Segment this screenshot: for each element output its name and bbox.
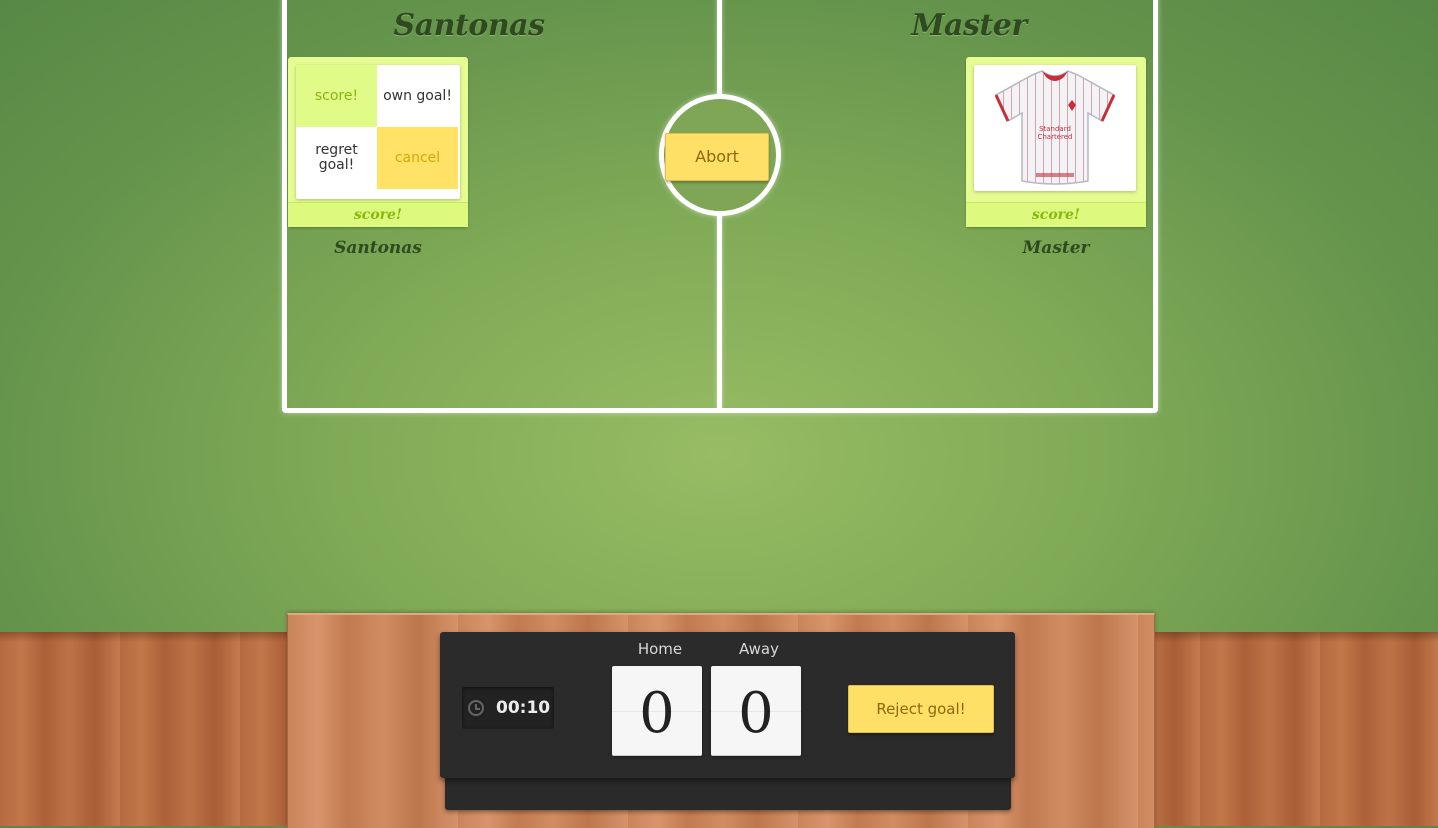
away-player-card[interactable]: Standard Chartered score! (966, 57, 1146, 227)
cancel-button[interactable]: cancel (377, 127, 458, 189)
regret-goal-button[interactable]: regret goal! (296, 127, 377, 189)
own-goal-button[interactable]: own goal! (377, 65, 458, 127)
home-score: 0 (612, 666, 702, 756)
svg-text:Standard: Standard (1039, 125, 1071, 133)
home-player-name: Santonas (334, 238, 422, 258)
jersey-image[interactable]: Standard Chartered (974, 65, 1136, 191)
match-timer: 00:10 (462, 687, 554, 729)
away-player-name: Master (1022, 238, 1090, 258)
svg-text:Chartered: Chartered (1037, 133, 1072, 141)
home-player-card: score! own goal! regret goal! cancel sco… (288, 57, 468, 227)
away-team-title: Master (911, 8, 1027, 43)
score-button[interactable]: score! (296, 65, 377, 127)
home-team-title: Santonas (393, 8, 545, 43)
scoreboard: 00:10 Home Away 0 0 Reject goal! (440, 632, 1015, 778)
home-score-label[interactable]: score! (288, 202, 468, 227)
away-label: Away (739, 640, 779, 658)
clock-icon (468, 700, 484, 716)
jersey-icon: Standard Chartered (994, 70, 1116, 185)
home-label: Home (637, 640, 683, 658)
away-score: 0 (711, 666, 801, 756)
abort-button[interactable]: Abort (665, 133, 769, 181)
away-score-label[interactable]: score! (966, 202, 1146, 227)
home-action-menu: score! own goal! regret goal! cancel (296, 65, 460, 199)
timer-value: 00:10 (496, 698, 551, 718)
reject-goal-button[interactable]: Reject goal! (848, 685, 994, 733)
